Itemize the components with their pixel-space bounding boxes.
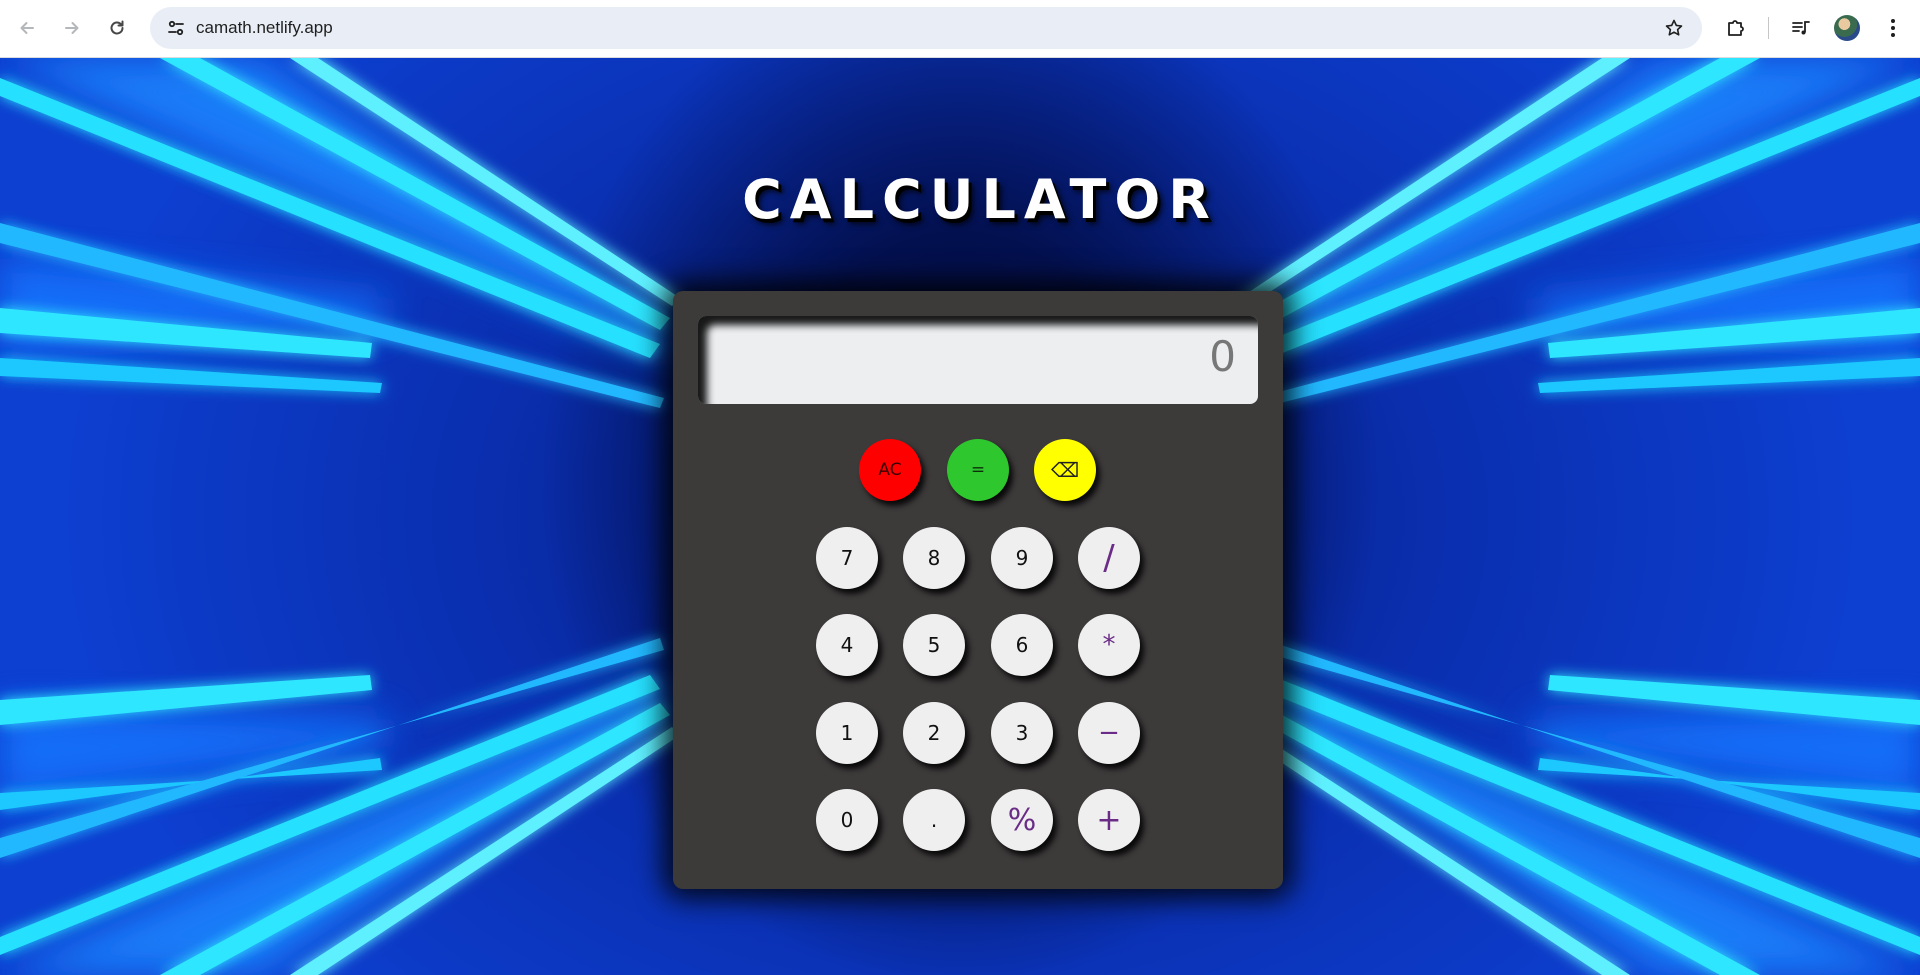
queue-music-icon [1792,21,1810,35]
arrow-right-icon [65,22,79,34]
key-divide[interactable]: / [1078,527,1140,589]
bookmark-button[interactable] [1658,12,1690,44]
browser-toolbar: camath.netlify.app [0,0,1920,58]
reload-icon [110,20,124,35]
key-7[interactable]: 7 [816,527,878,589]
toolbar-divider [1768,17,1769,39]
arrow-left-icon [20,22,34,34]
address-bar[interactable]: camath.netlify.app [150,7,1702,49]
key-6[interactable]: 6 [991,614,1053,676]
browser-menu-button[interactable] [1877,12,1909,44]
equals-button[interactable]: = [947,439,1009,501]
key-1[interactable]: 1 [816,702,878,764]
key-0[interactable]: 0 [816,789,878,851]
display-value: 0 [1209,332,1236,381]
key-add[interactable]: + [1078,789,1140,851]
key-multiply[interactable]: * [1078,614,1140,676]
calculator-display: 0 [698,316,1258,404]
key-percent[interactable]: % [991,789,1053,851]
site-info-button[interactable] [160,12,192,44]
clear-button[interactable]: AC [859,439,921,501]
browser-window: camath.netlify.app CALCULATOR 0 AC = ⌫ 7… [0,0,1920,975]
media-controls-button[interactable] [1785,12,1817,44]
key-2[interactable]: 2 [903,702,965,764]
tune-icon [168,20,184,36]
backspace-button[interactable]: ⌫ [1034,439,1096,501]
profile-avatar[interactable] [1834,15,1860,41]
key-3[interactable]: 3 [991,702,1053,764]
back-button[interactable] [11,12,43,44]
key-4[interactable]: 4 [816,614,878,676]
reload-button[interactable] [101,12,133,44]
key-5[interactable]: 5 [903,614,965,676]
key-8[interactable]: 8 [903,527,965,589]
url-text[interactable]: camath.netlify.app [196,18,333,38]
extensions-button[interactable] [1720,12,1752,44]
key-decimal[interactable]: . [903,789,965,851]
page-title: CALCULATOR [742,168,1218,231]
forward-button[interactable] [56,12,88,44]
star-icon [1665,19,1683,36]
kebab-menu-icon [1891,19,1895,37]
puzzle-icon [1728,20,1744,36]
calculator-body: 0 AC = ⌫ 7 8 9 / 4 5 6 * 1 2 3 − 0 . % + [673,291,1283,889]
key-subtract[interactable]: − [1078,702,1140,764]
page-viewport: CALCULATOR 0 AC = ⌫ 7 8 9 / 4 5 6 * 1 2 … [0,58,1920,975]
key-9[interactable]: 9 [991,527,1053,589]
